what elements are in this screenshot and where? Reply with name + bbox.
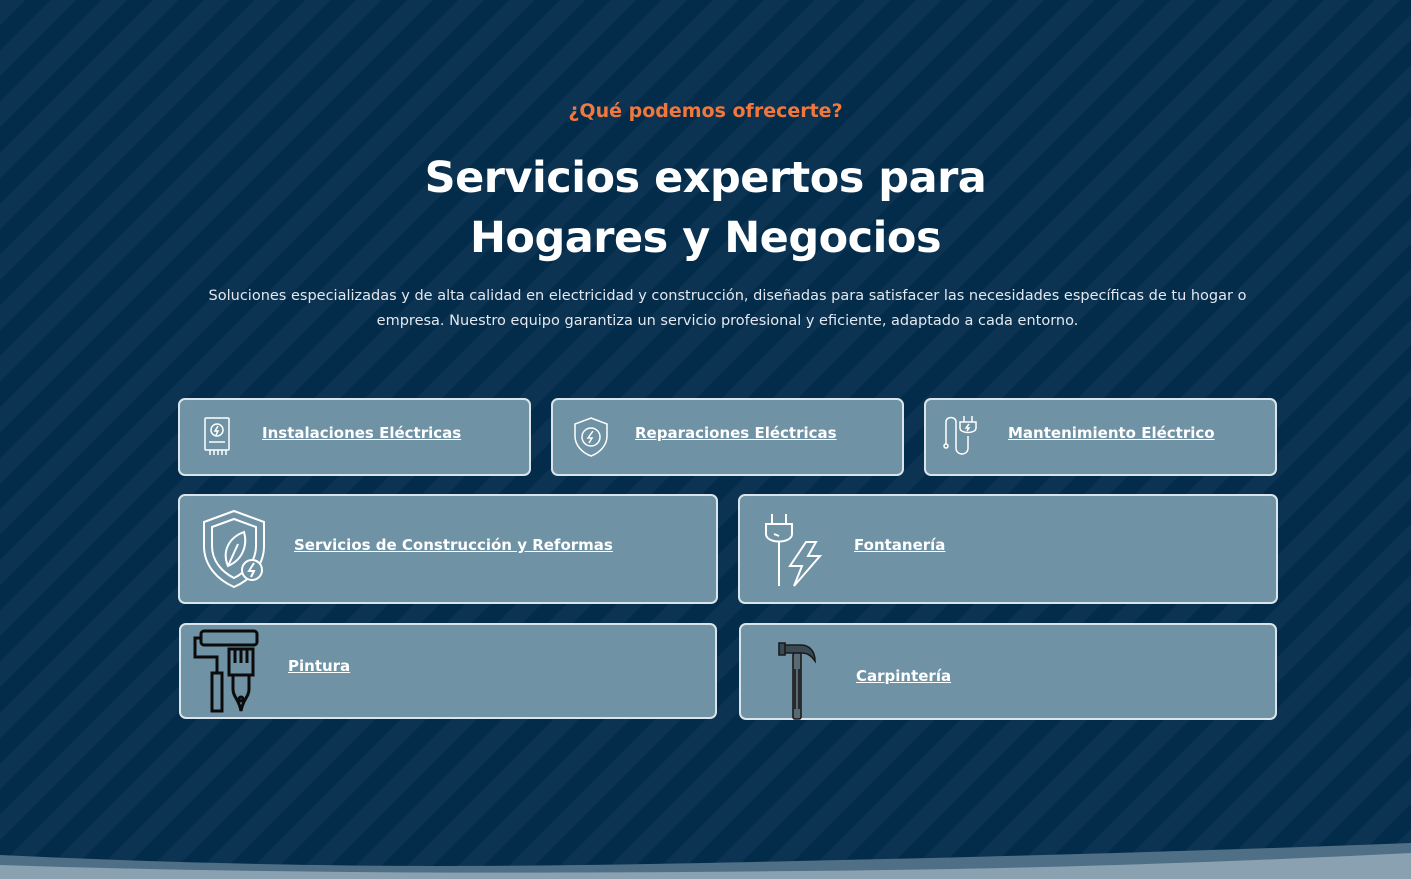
service-link[interactable]: Instalaciones Eléctricas [262, 424, 461, 442]
title-line-1: Servicios expertos para [424, 153, 987, 203]
service-card-reparaciones[interactable]: Reparaciones Eléctricas [551, 398, 904, 476]
hammer-icon [775, 639, 823, 721]
service-card-carpinteria[interactable]: Carpintería [739, 623, 1277, 720]
shield-bolt-icon [571, 416, 611, 458]
plug-cable-icon [940, 412, 992, 460]
plug-bolt-icon [762, 512, 826, 588]
service-card-instalaciones[interactable]: Instalaciones Eléctricas [178, 398, 531, 476]
eyebrow-subtitle: ¿Qué podemos ofrecerte? [568, 100, 843, 122]
service-link[interactable]: Fontanería [854, 536, 945, 554]
title-line-2: Hogares y Negocios [469, 213, 942, 263]
service-link[interactable]: Servicios de Construcción y Reformas [294, 536, 613, 554]
service-card-fontaneria[interactable]: Fontanería [738, 494, 1278, 604]
section-description: Soluciones especializadas y de alta cali… [208, 288, 1247, 329]
service-link[interactable]: Pintura [288, 657, 350, 675]
section-title: Servicios expertos para Hogares y Negoci… [0, 148, 1411, 268]
service-card-mantenimiento[interactable]: Mantenimiento Eléctrico [924, 398, 1277, 476]
service-link[interactable]: Carpintería [856, 667, 951, 685]
electrical-panel-icon [202, 416, 232, 458]
service-link[interactable]: Reparaciones Eléctricas [635, 424, 837, 442]
service-link[interactable]: Mantenimiento Eléctrico [1008, 424, 1215, 442]
service-card-pintura[interactable]: Pintura [179, 623, 717, 719]
bottom-wave-divider [0, 843, 1411, 879]
paint-roller-brush-icon [191, 627, 263, 715]
shield-leaf-bolt-icon [198, 508, 270, 590]
service-card-construccion[interactable]: Servicios de Construcción y Reformas [178, 494, 718, 604]
